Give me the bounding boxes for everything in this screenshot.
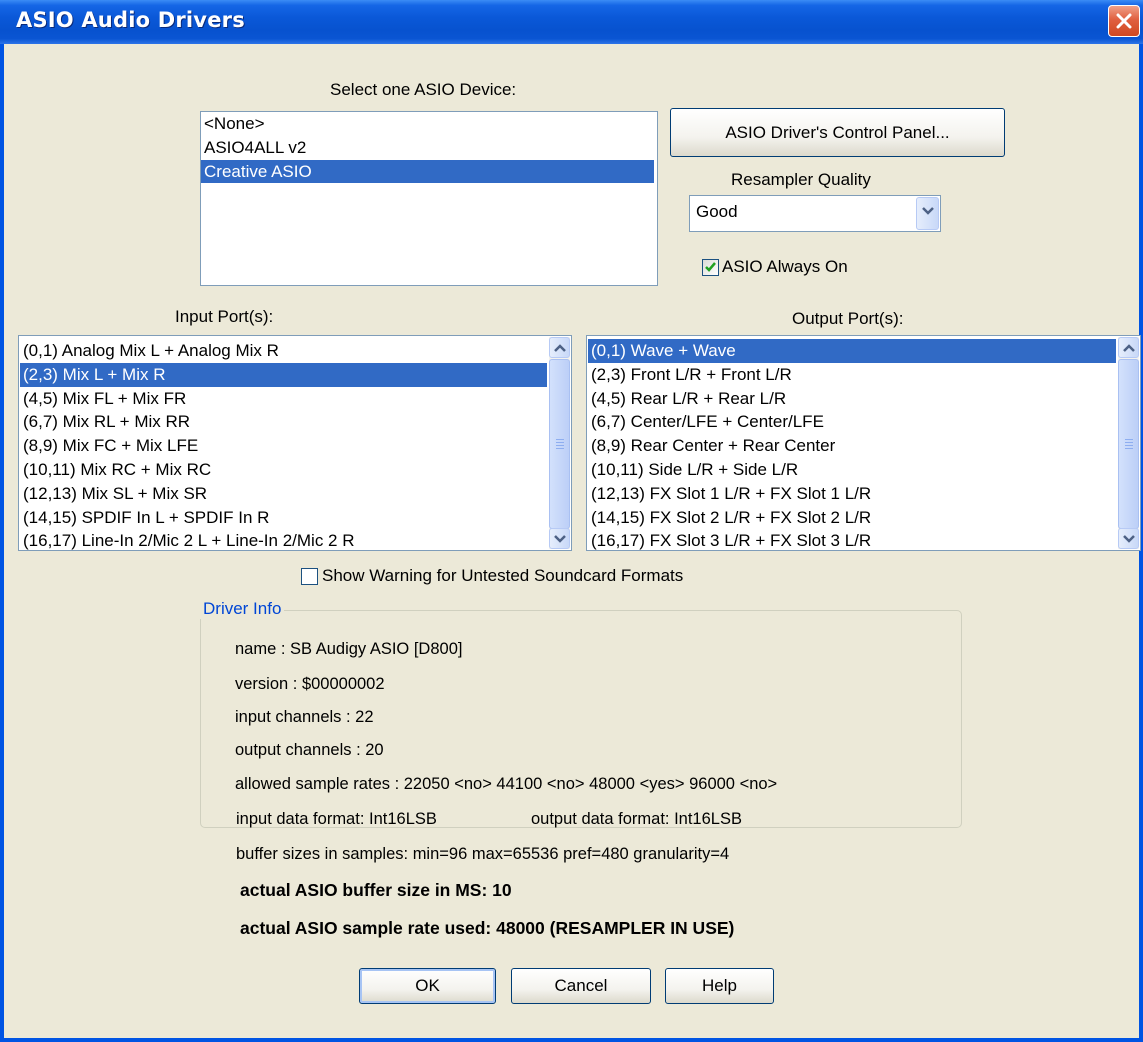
control-panel-button[interactable]: ASIO Driver's Control Panel... — [670, 108, 1005, 157]
show-warning-label[interactable]: Show Warning for Untested Soundcard Form… — [322, 566, 683, 586]
input-port-item[interactable]: (14,15) SPDIF In L + SPDIF In R — [20, 506, 547, 530]
chevron-up-icon — [554, 344, 566, 352]
input-port-item-selected[interactable]: (2,3) Mix L + Mix R — [20, 362, 547, 387]
output-ports-scrollbar[interactable] — [1118, 337, 1139, 549]
device-label: Select one ASIO Device: — [330, 80, 517, 99]
help-button[interactable]: Help — [665, 968, 774, 1004]
scroll-up-button[interactable] — [1118, 337, 1139, 358]
resampler-value: Good — [696, 202, 738, 221]
chevron-up-icon — [1123, 344, 1135, 352]
close-button[interactable] — [1108, 5, 1140, 37]
scroll-up-button[interactable] — [549, 337, 570, 358]
cancel-button[interactable]: Cancel — [511, 968, 651, 1004]
output-ports-label: Output Port(s): — [792, 309, 904, 328]
scroll-down-button[interactable] — [549, 528, 570, 549]
driver-sample-rates: allowed sample rates : 22050 <no> 44100 … — [235, 775, 778, 793]
resampler-label: Resampler Quality — [731, 170, 871, 189]
scroll-thumb[interactable] — [549, 359, 570, 529]
output-port-item[interactable]: (2,3) Front L/R + Front L/R — [588, 363, 1116, 387]
help-button-label: Help — [702, 976, 737, 995]
output-port-item[interactable]: (16,17) FX Slot 3 L/R + FX Slot 3 L/R — [588, 529, 1116, 550]
device-item[interactable]: ASIO4ALL v2 — [201, 136, 657, 160]
driver-info-title: Driver Info — [200, 599, 285, 619]
device-item-selected[interactable]: Creative ASIO — [201, 159, 654, 184]
input-ports-list[interactable]: (0,1) Analog Mix L + Analog Mix R (2,3) … — [18, 335, 572, 551]
driver-output-channels: output channels : 20 — [235, 741, 384, 759]
driver-output-format: output data format: Int16LSB — [531, 810, 742, 828]
driver-version: version : $00000002 — [235, 675, 385, 693]
driver-input-channels: input channels : 22 — [235, 708, 374, 726]
device-list[interactable]: <None> ASIO4ALL v2 Creative ASIO — [200, 111, 658, 286]
input-port-item[interactable]: (16,17) Line-In 2/Mic 2 L + Line-In 2/Mi… — [20, 529, 547, 550]
scroll-down-button[interactable] — [1118, 528, 1139, 549]
driver-buffer-sizes: buffer sizes in samples: min=96 max=6553… — [236, 845, 730, 863]
checkmark-icon — [705, 262, 716, 272]
output-port-item[interactable]: (12,13) FX Slot 1 L/R + FX Slot 1 L/R — [588, 482, 1116, 506]
output-port-item[interactable]: (6,7) Center/LFE + Center/LFE — [588, 410, 1116, 434]
output-port-item[interactable]: (10,11) Side L/R + Side L/R — [588, 458, 1116, 482]
resampler-select[interactable]: Good — [689, 195, 941, 232]
ok-button-label: OK — [415, 976, 440, 995]
device-item[interactable]: <None> — [201, 112, 657, 136]
control-panel-button-label: ASIO Driver's Control Panel... — [725, 123, 950, 142]
scroll-thumb[interactable] — [1118, 359, 1139, 529]
driver-buffer-ms: actual ASIO buffer size in MS: 10 — [240, 880, 512, 900]
input-port-item[interactable]: (0,1) Analog Mix L + Analog Mix R — [20, 339, 547, 363]
always-on-checkbox[interactable] — [702, 259, 719, 276]
ok-button[interactable]: OK — [359, 968, 496, 1004]
chevron-down-icon — [1123, 535, 1135, 543]
output-port-item[interactable]: (4,5) Rear L/R + Rear L/R — [588, 387, 1116, 411]
driver-input-format: input data format: Int16LSB — [236, 810, 437, 828]
title-bar[interactable]: ASIO Audio Drivers — [0, 0, 1143, 44]
output-ports-list[interactable]: (0,1) Wave + Wave (2,3) Front L/R + Fron… — [586, 335, 1141, 551]
input-port-item[interactable]: (4,5) Mix FL + Mix FR — [20, 387, 547, 411]
output-port-item-selected[interactable]: (0,1) Wave + Wave — [588, 339, 1116, 363]
chevron-down-icon — [922, 207, 934, 215]
input-port-item[interactable]: (12,13) Mix SL + Mix SR — [20, 482, 547, 506]
always-on-label[interactable]: ASIO Always On — [722, 257, 848, 277]
input-ports-label: Input Port(s): — [175, 307, 274, 326]
chevron-down-icon — [554, 535, 566, 543]
window-title: ASIO Audio Drivers — [16, 8, 245, 32]
driver-name: name : SB Audigy ASIO [D800] — [235, 640, 463, 658]
output-port-item[interactable]: (14,15) FX Slot 2 L/R + FX Slot 2 L/R — [588, 506, 1116, 530]
driver-sample-rate-used: actual ASIO sample rate used: 48000 (RES… — [240, 918, 735, 938]
cancel-button-label: Cancel — [554, 976, 608, 995]
input-ports-scrollbar[interactable] — [549, 337, 570, 549]
input-port-item[interactable]: (6,7) Mix RL + Mix RR — [20, 410, 547, 434]
input-port-item[interactable]: (8,9) Mix FC + Mix LFE — [20, 434, 547, 458]
output-port-item[interactable]: (8,9) Rear Center + Rear Center — [588, 434, 1116, 458]
show-warning-checkbox[interactable] — [301, 568, 318, 585]
close-icon — [1116, 13, 1132, 29]
input-port-item[interactable]: (10,11) Mix RC + Mix RC — [20, 458, 547, 482]
resampler-dropdown-button[interactable] — [916, 197, 939, 230]
asio-drivers-dialog: ASIO Audio Drivers Select one ASIO Devic… — [0, 0, 1143, 1042]
